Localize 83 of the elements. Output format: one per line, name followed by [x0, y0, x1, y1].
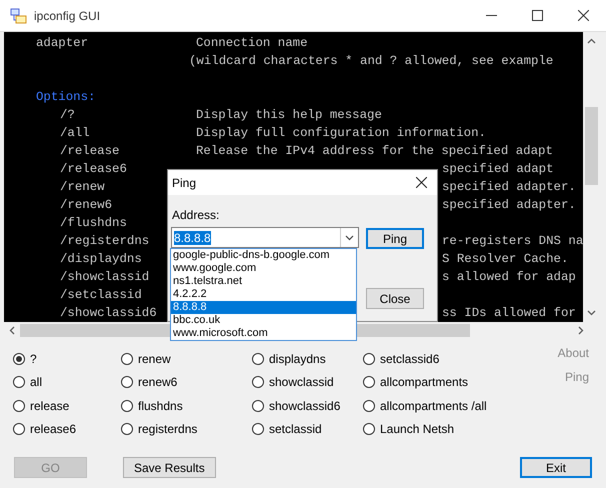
option-name: /all — [60, 125, 90, 142]
radio-label[interactable]: renew — [138, 352, 171, 366]
dialog-button[interactable]: Close — [366, 288, 424, 309]
option-name: /release6 — [60, 161, 127, 178]
radio-label[interactable]: Launch Netsh — [380, 422, 454, 436]
dropdown-item[interactable]: 4.2.2.2 — [171, 288, 356, 301]
radio-button[interactable] — [13, 376, 25, 388]
dropdown-item[interactable]: bbc.co.uk — [171, 314, 356, 327]
option-description: specified adapter. — [442, 197, 576, 214]
radio-button[interactable] — [252, 400, 264, 412]
address-combobox[interactable]: 8.8.8.8 — [171, 227, 359, 248]
radio-label[interactable]: setclassid6 — [380, 352, 440, 366]
radio-button[interactable] — [363, 423, 375, 436]
window-title: ipconfig GUI — [34, 8, 100, 22]
option-description: S Resolver Cache. — [442, 251, 568, 268]
dropdown-item[interactable]: www.microsoft.com — [171, 327, 356, 340]
option-name: adapter — [36, 35, 88, 52]
option-name: /renew — [60, 179, 105, 196]
section-heading: Options: — [36, 89, 96, 106]
option-description: (wildcard characters * and ? allowed, see example — [189, 53, 554, 70]
dropdown-item[interactable]: 8.8.8.8 — [171, 301, 356, 314]
radio-button[interactable] — [363, 400, 375, 412]
radio-button[interactable] — [252, 376, 264, 388]
radio-button[interactable] — [121, 376, 133, 388]
radio-label[interactable]: all — [30, 375, 42, 390]
option-description: Display full configuration information. — [196, 125, 486, 142]
scroll-left-icon[interactable] — [9, 326, 15, 335]
option-name: /showclassid6 — [60, 305, 157, 322]
scrollbar-thumb[interactable] — [585, 107, 598, 185]
option-name: /showclassid — [60, 269, 150, 286]
radio-label[interactable]: renew6 — [138, 375, 178, 390]
radio-label[interactable]: setclassid — [269, 422, 322, 436]
radio-label[interactable]: registerdns — [138, 422, 198, 436]
scroll-right-icon[interactable] — [578, 326, 584, 335]
option-description: specified adapt — [442, 161, 554, 178]
option-name: /flushdns — [60, 215, 127, 232]
option-name: /? — [60, 107, 75, 124]
maximize-icon[interactable] — [532, 10, 542, 21]
dropdown-item[interactable]: google-public-dns-b.google.com — [171, 249, 356, 262]
radio-label[interactable]: showclassid — [269, 375, 334, 390]
close-icon[interactable] — [578, 10, 588, 21]
dropdown-item[interactable]: www.google.com — [171, 262, 356, 275]
option-description: Release the IPv4 address for the specified adapt — [196, 143, 553, 160]
option-name: /renew6 — [60, 197, 112, 214]
scroll-down-icon[interactable] — [587, 310, 596, 316]
option-name: /setclassid — [60, 287, 142, 304]
option-description: ss IDs allowed for — [442, 305, 576, 322]
radio-label[interactable]: release6 — [30, 422, 76, 436]
radio-label[interactable]: displaydns — [269, 352, 326, 366]
address-label: Address: — [172, 208, 220, 222]
radio-button[interactable] — [121, 352, 133, 365]
dropdown-item[interactable]: ns1.telstra.net — [171, 275, 356, 288]
radio-label[interactable]: allcompartments /all — [380, 398, 487, 413]
option-description: specified adapter. — [442, 179, 576, 196]
option-name: /displaydns — [60, 251, 142, 268]
radio-button[interactable] — [252, 352, 264, 365]
dropdown-caret-icon[interactable] — [345, 234, 354, 240]
dialog-button[interactable]: Ping — [366, 228, 424, 249]
dialog-title: Ping — [172, 176, 196, 190]
radio-button[interactable] — [13, 352, 25, 365]
radio-button[interactable] — [121, 400, 133, 412]
option-description: s allowed for adap — [442, 269, 576, 286]
app-icon — [10, 8, 27, 24]
action-button[interactable]: Save Results — [123, 457, 216, 478]
option-name: /registerdns — [60, 233, 150, 250]
option-description: re-registers DNS na — [442, 233, 583, 250]
action-button[interactable]: Exit — [520, 457, 592, 478]
radio-button[interactable] — [13, 400, 25, 412]
option-description: Connection name — [196, 35, 308, 52]
radio-label[interactable]: allcompartments — [380, 375, 468, 390]
close-icon[interactable] — [416, 177, 427, 188]
option-description: Display this help message — [196, 107, 382, 124]
radio-button[interactable] — [252, 423, 264, 436]
radio-button[interactable] — [121, 423, 133, 436]
radio-label[interactable]: release — [30, 398, 70, 413]
radio-button[interactable] — [363, 376, 375, 388]
scroll-up-icon[interactable] — [587, 38, 596, 44]
radio-label[interactable]: showclassid6 — [269, 398, 340, 413]
option-name: /release — [60, 143, 120, 160]
radio-button[interactable] — [13, 423, 25, 436]
radio-button[interactable] — [363, 352, 375, 365]
radio-label[interactable]: flushdns — [138, 398, 183, 413]
radio-label[interactable]: ? — [30, 352, 37, 366]
